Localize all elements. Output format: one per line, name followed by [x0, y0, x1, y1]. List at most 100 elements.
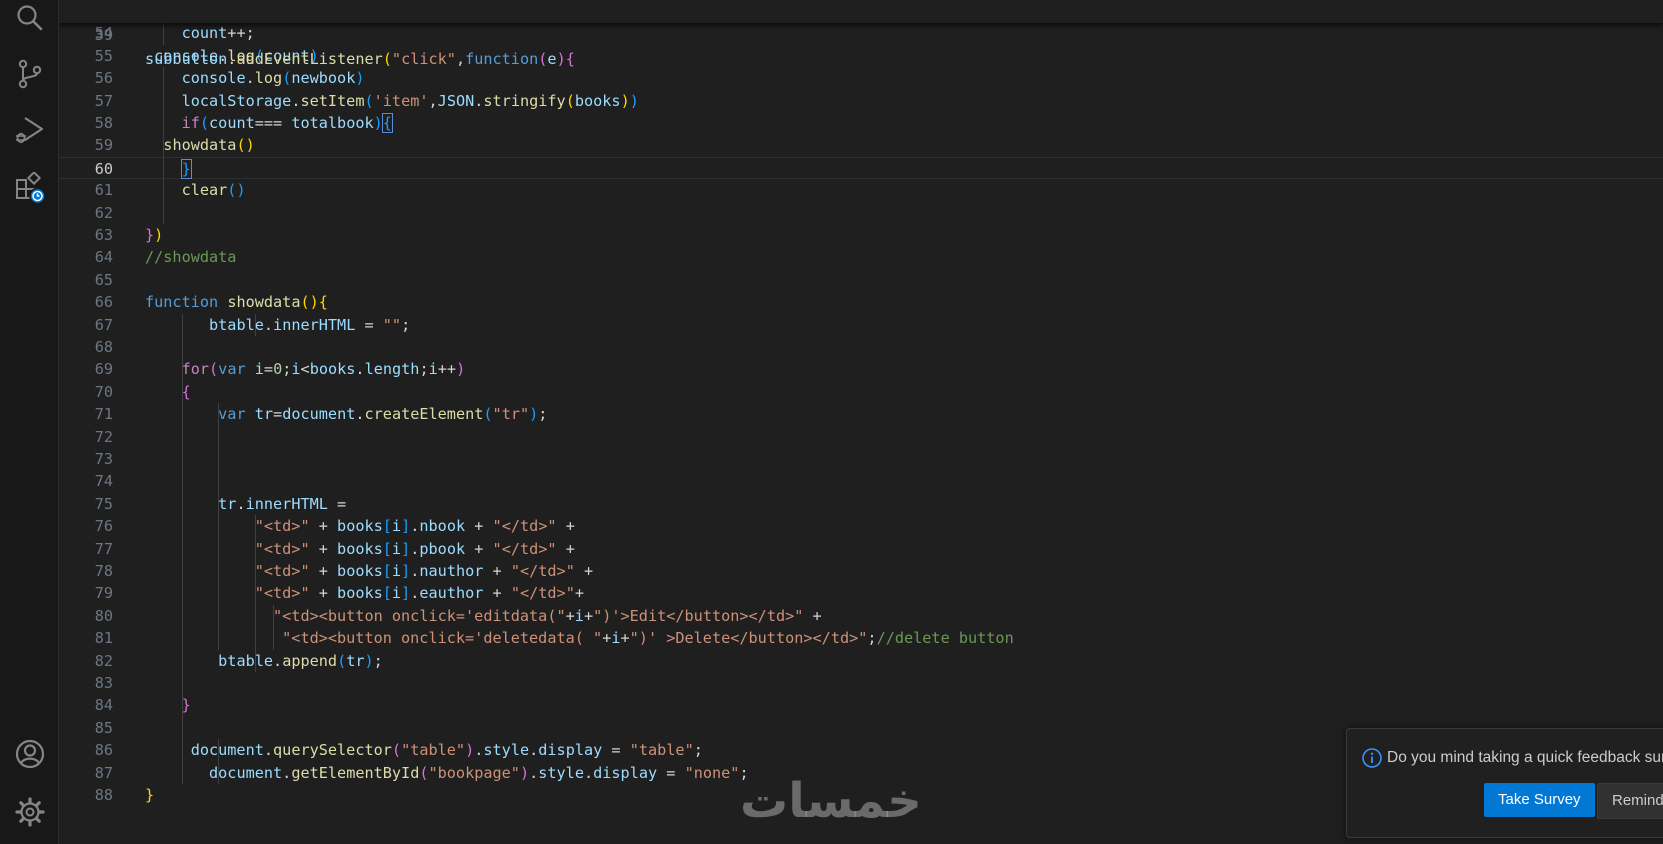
code-token: clear — [181, 181, 228, 200]
code-token: + — [620, 629, 630, 648]
indent-guide — [218, 425, 220, 448]
code-token: count — [209, 114, 255, 132]
code-token: . — [529, 763, 539, 782]
code-line[interactable]: 72 — [59, 425, 1663, 448]
code-line[interactable]: 77 "<td>" + books[i].pbook + "</td>" + — [59, 537, 1663, 560]
line-number: 58 — [94, 114, 113, 132]
code-token: display — [593, 763, 658, 782]
code-line[interactable]: 84 } — [59, 694, 1663, 717]
code-line[interactable]: 81 "<td><button onclick='deletedata( "+i… — [59, 627, 1663, 650]
code-token: + — [574, 562, 594, 580]
line-number: 73 — [94, 450, 113, 468]
line-code: } — [145, 784, 154, 806]
take-survey-button[interactable]: Take Survey — [1484, 783, 1595, 817]
code-token: "table" — [629, 741, 694, 760]
code-token: = — [273, 405, 283, 424]
code-line[interactable]: 66 function showdata(){ — [59, 291, 1663, 313]
code-token: ; — [538, 405, 548, 424]
code-token: i — [611, 629, 621, 648]
run-debug-icon[interactable] — [14, 114, 46, 146]
line-code: document.getElementById("bookpage").styl… — [145, 762, 749, 784]
code-token: //showdata — [145, 248, 237, 267]
line-number: 70 — [94, 382, 113, 401]
code-token: querySelector — [273, 741, 392, 760]
code-line[interactable]: 68 — [59, 336, 1663, 359]
code-line[interactable]: 80 "<td><button onclick='editdata("+i+")… — [59, 604, 1663, 628]
code-line[interactable]: 70 { — [59, 380, 1663, 404]
line-code: } — [145, 158, 192, 180]
code-line[interactable]: 79 "<td>" + books[i].eauthor + "</td>"+ — [59, 582, 1663, 605]
line-code: clear() — [145, 179, 246, 201]
code-line[interactable]: 62 — [59, 201, 1663, 224]
code-token: ( — [391, 741, 402, 760]
code-token: . — [583, 763, 594, 782]
code-token: "click" — [391, 49, 456, 68]
code-line[interactable]: 60 } — [59, 156, 1663, 180]
line-code: "<td><button onclick='deletedata( "+i+")… — [145, 627, 1014, 649]
code-token: setItem — [300, 91, 365, 110]
code-line[interactable]: 67 btable.innerHTML = ""; — [59, 313, 1663, 336]
code-line[interactable]: 57 localStorage.setItem('item',JSON.stri… — [59, 89, 1663, 112]
search-icon[interactable] — [14, 2, 46, 34]
code-token: display — [538, 741, 603, 760]
account-icon[interactable] — [14, 738, 46, 770]
code-token: newbook — [291, 69, 356, 88]
code-token: i — [254, 360, 264, 379]
code-line[interactable]: 59 showdata() — [59, 134, 1663, 157]
code-token: "<td>" — [254, 539, 310, 558]
code-token: ( — [236, 136, 246, 155]
line-number: 66 — [94, 293, 113, 312]
line-number: 86 — [94, 741, 113, 760]
source-control-icon[interactable] — [14, 58, 46, 90]
code-line[interactable]: 65 — [59, 269, 1663, 291]
code-token: "<td><button onclick='editdata(" — [273, 606, 566, 625]
code-token: "bookpage" — [428, 763, 520, 782]
code-token: length — [364, 360, 420, 379]
extensions-update-icon[interactable] — [14, 172, 46, 204]
indent-guide — [181, 448, 183, 471]
code-token: console — [181, 69, 246, 88]
code-editor[interactable]: 39 subbutton.addEventListener("click",fu… — [59, 0, 1663, 844]
code-line[interactable]: 82 btable.append(tr); — [59, 649, 1663, 672]
code-token: //delete button — [876, 629, 1014, 648]
code-token: totalbook — [291, 114, 374, 132]
code-line[interactable]: 78 "<td>" + books[i].nauthor + "</td>" + — [59, 560, 1663, 583]
line-number: 71 — [94, 405, 113, 424]
code-line[interactable]: 74 — [59, 470, 1663, 493]
sticky-scroll-line[interactable]: 39 subbutton.addEventListener("click",fu… — [59, 0, 1663, 68]
code-line[interactable]: 76 "<td>" + books[i].nbook + "</td>" + — [59, 515, 1663, 538]
remind-later-button[interactable]: Remind Me Later — [1597, 783, 1663, 819]
code-line[interactable]: 73 — [59, 448, 1663, 471]
code-line[interactable]: 75 tr.innerHTML = — [59, 492, 1663, 516]
code-token: "" — [382, 315, 402, 334]
code-line[interactable]: 71 var tr=document.createElement("tr"); — [59, 403, 1663, 426]
code-token: 'item' — [373, 91, 429, 110]
code-line[interactable]: 61 clear() — [59, 179, 1663, 202]
line-code: document.querySelector("table").style.di… — [145, 739, 703, 761]
code-line[interactable]: 64 //showdata — [59, 246, 1663, 268]
code-token: = — [327, 494, 347, 513]
code-token: ")'>Edit</button></td>" — [593, 606, 804, 625]
code-line[interactable]: 69 for(var i=0;i<books.length;i++) — [59, 358, 1663, 381]
code-token: "</td>" — [492, 517, 557, 536]
code-line[interactable]: 58 if(count=== totalbook){ — [59, 112, 1663, 135]
code-token: "</td>" — [510, 584, 575, 603]
code-token: i — [391, 517, 402, 536]
notification-message: Do you mind taking a quick feedback surv… — [1387, 749, 1663, 766]
code-token: ) — [154, 226, 164, 244]
line-number: 81 — [94, 629, 113, 648]
code-token: append — [282, 651, 338, 670]
line-number: 63 — [94, 226, 113, 244]
code-line[interactable]: 54 count++; — [59, 22, 1663, 45]
code-line[interactable]: 63}) — [59, 224, 1663, 246]
code-token: "</td>" — [492, 539, 557, 558]
code-line[interactable]: 83 — [59, 672, 1663, 695]
line-code: for(var i=0;i<books.length;i++) — [145, 358, 466, 380]
code-token: + — [465, 517, 493, 536]
gear-icon[interactable] — [14, 796, 46, 828]
line-number: 75 — [94, 494, 113, 513]
